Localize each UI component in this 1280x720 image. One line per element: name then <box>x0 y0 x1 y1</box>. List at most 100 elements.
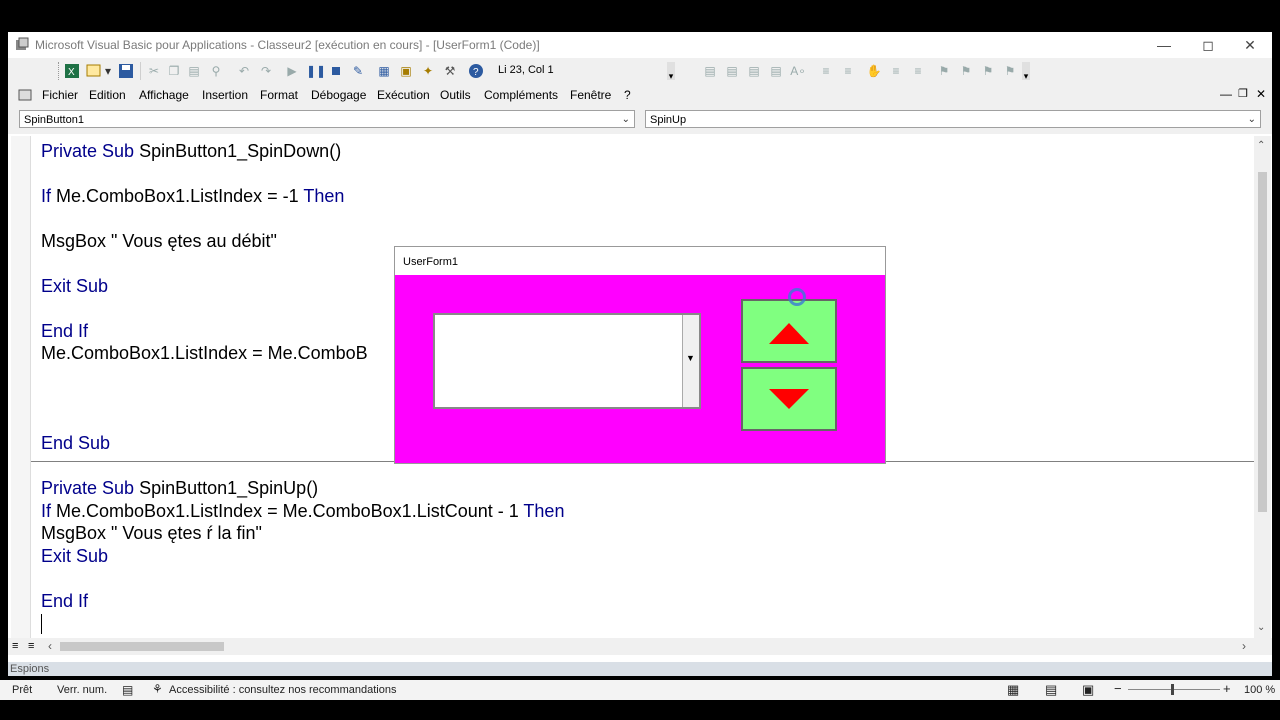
menu-help[interactable]: ? <box>624 88 631 102</box>
toolbar-overflow-icon[interactable]: ▾ <box>667 62 675 81</box>
menu-debogage[interactable]: Débogage <box>311 88 366 102</box>
zoom-out-button[interactable]: − <box>1114 681 1122 696</box>
status-ready: Prêt <box>12 684 33 696</box>
uncomment-block-icon[interactable]: ≡ <box>910 63 926 79</box>
quick-info-icon[interactable]: ▤ <box>746 63 762 79</box>
accessibility-icon[interactable]: ⚘ <box>152 682 163 696</box>
procedure-combo[interactable]: SpinUp ⌄ <box>645 110 1261 128</box>
macro-record-icon[interactable]: ▤ <box>122 683 133 697</box>
scroll-up-icon[interactable]: ⌃ <box>1257 140 1265 151</box>
find-icon[interactable]: ⚲ <box>208 63 224 79</box>
page-break-icon[interactable]: ▣ <box>1082 682 1094 698</box>
zoom-slider[interactable] <box>1128 689 1220 690</box>
child-close-button[interactable]: ✕ <box>1256 87 1266 101</box>
pause-icon[interactable]: ❚❚ <box>306 63 326 79</box>
properties-icon[interactable]: ▣ <box>398 63 414 79</box>
vertical-scrollbar[interactable]: ⌃ ⌄ <box>1254 136 1271 638</box>
list-properties-icon[interactable]: ▤ <box>702 63 718 79</box>
status-accessibility[interactable]: Accessibilité : consultez nos recommanda… <box>169 684 396 696</box>
menu-edition[interactable]: Edition <box>89 88 126 102</box>
zoom-slider-thumb[interactable] <box>1171 684 1174 695</box>
userform-title: UserForm1 <box>403 256 459 268</box>
object-browser-icon[interactable]: ✦ <box>420 63 436 79</box>
code-line: Exit Sub <box>41 546 109 566</box>
status-bar: Prêt Verr. num. ▤ ⚘ Accessibilité : cons… <box>0 680 1280 700</box>
list-constants-icon[interactable]: ▤ <box>724 63 740 79</box>
code-line: MsgBox " Vous ętes au débit" <box>41 231 277 251</box>
redo-icon[interactable]: ↷ <box>258 63 274 79</box>
menu-insertion[interactable]: Insertion <box>202 88 248 102</box>
maximize-button[interactable]: ◻ <box>1186 32 1230 58</box>
copy-icon[interactable]: ❐ <box>166 63 182 79</box>
combobox1[interactable]: ▼ <box>433 313 701 409</box>
menu-outils[interactable]: Outils <box>440 88 471 102</box>
run-icon[interactable]: ▶ <box>284 63 300 79</box>
arrow-down-icon <box>769 389 809 409</box>
procedure-view-icon[interactable]: ≡ <box>12 640 18 652</box>
chevron-down-icon[interactable]: ⌄ <box>622 111 630 129</box>
zoom-level[interactable]: 100 % <box>1244 684 1275 696</box>
menu-format[interactable]: Format <box>260 88 298 102</box>
minimize-button[interactable]: — <box>1142 32 1186 58</box>
menu-fichier[interactable]: Fichier <box>42 88 78 102</box>
previous-bookmark-icon[interactable]: ⚑ <box>980 63 996 79</box>
code-window-icon[interactable] <box>18 88 32 102</box>
horizontal-scroll-thumb[interactable] <box>60 642 224 651</box>
child-restore-button[interactable]: ❐ <box>1238 87 1248 100</box>
scroll-left-icon[interactable]: ‹ <box>48 639 52 653</box>
menu-complements[interactable]: Compléments <box>484 88 558 102</box>
standard-toolbar: X ▾ ✂ ❐ ▤ ⚲ ↶ ↷ ▶ ❚❚ ✎ ▦ ▣ ✦ ⚒ ? Li 23, … <box>8 58 1272 85</box>
dropdown-arrow-icon[interactable]: ▾ <box>104 63 112 79</box>
toolbar-grip[interactable] <box>58 62 62 80</box>
clear-bookmarks-icon[interactable]: ⚑ <box>1002 63 1018 79</box>
child-minimize-button[interactable]: — <box>1220 87 1232 101</box>
spinbutton-down[interactable] <box>741 367 837 431</box>
watches-panel[interactable]: Espions <box>8 662 1272 676</box>
normal-view-icon[interactable]: ▦ <box>1007 682 1019 698</box>
design-mode-icon[interactable]: ✎ <box>350 63 366 79</box>
undo-icon[interactable]: ↶ <box>236 63 252 79</box>
horizontal-scrollbar[interactable]: ≡ ≡ ‹ › <box>8 638 1272 655</box>
menu-fenetre[interactable]: Fenêtre <box>570 88 611 102</box>
code-line: If Me.ComboBox1.ListIndex = Me.ComboBox1… <box>41 501 565 521</box>
chevron-down-icon[interactable]: ⌄ <box>1248 111 1256 129</box>
parameter-info-icon[interactable]: ▤ <box>768 63 784 79</box>
help-icon[interactable]: ? <box>468 63 484 79</box>
next-bookmark-icon[interactable]: ⚑ <box>958 63 974 79</box>
vba-app-icon <box>15 37 29 51</box>
spinbutton-up[interactable] <box>741 299 837 363</box>
margin-indicator-bar[interactable] <box>11 136 31 638</box>
zoom-in-button[interactable]: + <box>1223 681 1231 696</box>
object-combo-value: SpinButton1 <box>24 114 84 126</box>
userform-window[interactable]: UserForm1 ▼ <box>394 246 886 464</box>
outdent-icon[interactable]: ≡ <box>840 63 856 79</box>
combobox-dropdown-button[interactable]: ▼ <box>682 315 699 407</box>
toggle-bookmark-icon[interactable]: ⚑ <box>936 63 952 79</box>
close-button[interactable]: ✕ <box>1228 32 1272 58</box>
save-icon[interactable] <box>118 63 134 79</box>
stop-icon[interactable] <box>328 63 344 79</box>
procedure-combo-value: SpinUp <box>650 114 687 126</box>
paste-icon[interactable]: ▤ <box>186 63 202 79</box>
menu-execution[interactable]: Exécution <box>377 88 430 102</box>
scroll-down-icon[interactable]: ⌄ <box>1257 622 1265 633</box>
project-explorer-icon[interactable]: ▦ <box>376 63 392 79</box>
menu-affichage[interactable]: Affichage <box>139 88 189 102</box>
toggle-breakpoint-icon[interactable]: ✋ <box>866 63 882 79</box>
full-module-view-icon[interactable]: ≡ <box>28 640 34 652</box>
scroll-right-icon[interactable]: › <box>1242 639 1246 653</box>
indent-icon[interactable]: ≡ <box>818 63 834 79</box>
object-combo[interactable]: SpinButton1 ⌄ <box>19 110 635 128</box>
toolbar-overflow-icon-2[interactable]: ▾ <box>1022 62 1030 81</box>
toolbox-icon[interactable]: ⚒ <box>442 63 458 79</box>
dropdown-arrow-icon: ▼ <box>686 353 695 363</box>
code-line: MsgBox " Vous ętes ŕ la fin" <box>41 523 262 543</box>
excel-icon[interactable]: X <box>64 63 80 79</box>
page-layout-icon[interactable]: ▤ <box>1045 682 1057 698</box>
complete-word-icon[interactable]: A∘ <box>790 63 806 79</box>
comment-block-icon[interactable]: ≡ <box>888 63 904 79</box>
vertical-scroll-thumb[interactable] <box>1258 172 1267 512</box>
cut-icon[interactable]: ✂ <box>146 63 162 79</box>
insert-userform-icon[interactable] <box>86 63 102 79</box>
watches-panel-title: Espions <box>10 663 50 675</box>
